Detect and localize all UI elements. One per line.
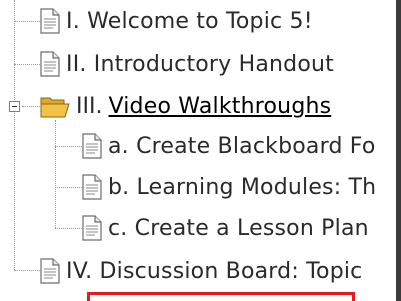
- tree-trunk-line: [14, 0, 15, 270]
- highlight-box: [87, 292, 355, 301]
- tree-item-label: c. Create a Lesson Plan: [108, 215, 369, 241]
- tree-branch-line: [14, 21, 40, 22]
- open-folder-icon: [40, 97, 70, 118]
- tree-item-introductory-handout[interactable]: II. Introductory Handout: [40, 49, 334, 79]
- tree-branch-line: [55, 146, 82, 147]
- tree-item-label: II. Introductory Handout: [66, 51, 334, 77]
- tree-item-label: IV. Discussion Board: Topic: [66, 258, 363, 284]
- tree-branch-line: [22, 106, 40, 107]
- tree-item-welcome[interactable]: I. Welcome to Topic 5!: [40, 6, 313, 36]
- tree-branch-line: [55, 228, 82, 229]
- document-icon: [40, 8, 60, 34]
- course-content-tree: I. Welcome to Topic 5! II. Introductory …: [0, 0, 401, 301]
- document-icon: [82, 215, 102, 241]
- document-icon: [40, 258, 60, 284]
- subtree-line: [55, 120, 56, 228]
- window-edge: [396, 0, 401, 301]
- document-icon: [82, 174, 102, 200]
- tree-branch-line: [14, 270, 40, 271]
- tree-item-number: III.: [76, 93, 103, 119]
- tree-item-video-walkthroughs[interactable]: III. Video Walkthroughs: [40, 91, 331, 121]
- tree-item-label: a. Create Blackboard Fo: [108, 133, 376, 159]
- tree-item-create-lesson-plan[interactable]: c. Create a Lesson Plan: [82, 213, 369, 243]
- tree-branch-line: [14, 64, 40, 65]
- tree-item-learning-modules[interactable]: b. Learning Modules: Th: [82, 172, 376, 202]
- tree-item-create-blackboard[interactable]: a. Create Blackboard Fo: [82, 131, 376, 161]
- tree-item-label[interactable]: Video Walkthroughs: [108, 94, 331, 119]
- collapse-toggle[interactable]: [9, 101, 20, 112]
- tree-item-label: b. Learning Modules: Th: [108, 174, 377, 200]
- document-icon: [82, 133, 102, 159]
- document-icon: [40, 51, 60, 77]
- tree-item-label: I. Welcome to Topic 5!: [66, 8, 313, 34]
- tree-item-discussion-board[interactable]: IV. Discussion Board: Topic: [40, 256, 362, 286]
- tree-branch-line: [55, 187, 82, 188]
